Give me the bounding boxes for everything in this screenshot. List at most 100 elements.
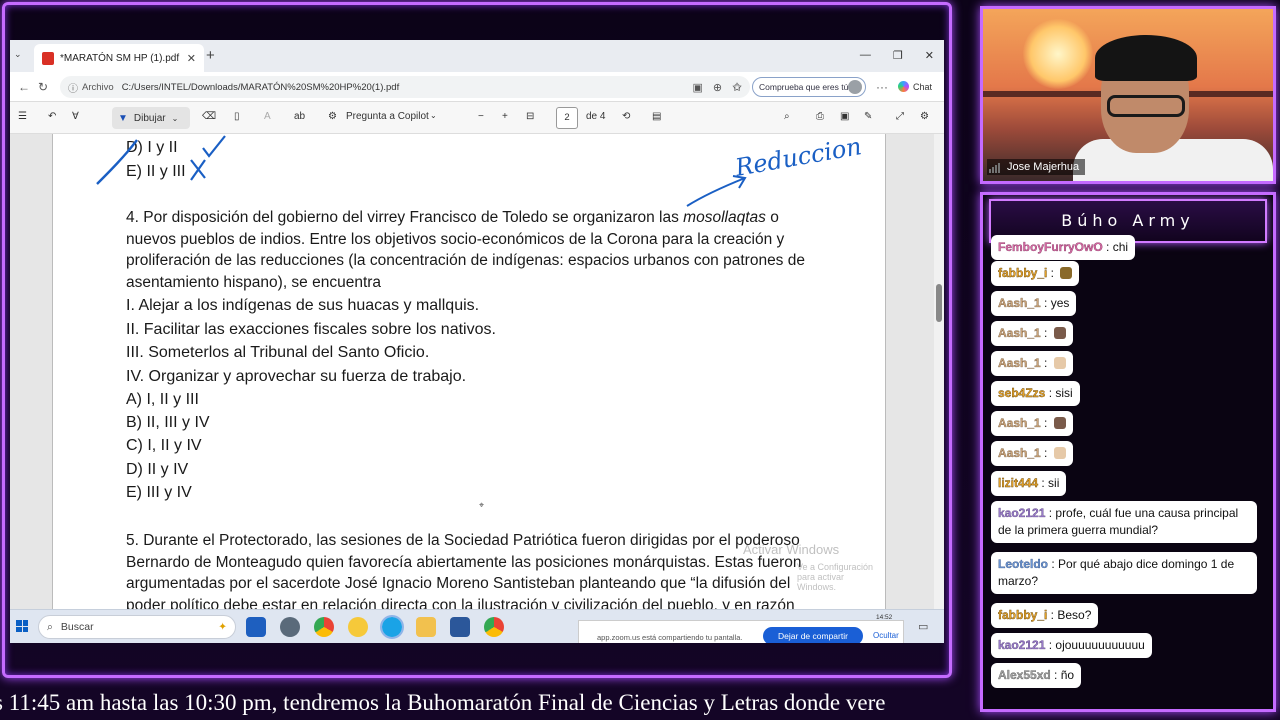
pen-icon: ▼ xyxy=(118,112,128,124)
app-weather-icon[interactable] xyxy=(348,617,368,637)
back-icon[interactable]: ← xyxy=(18,80,30,94)
chat-username[interactable]: seb4Zzs xyxy=(998,386,1046,400)
favorites-icon[interactable]: ✩ xyxy=(732,80,742,94)
page-view-icon[interactable]: ▤ xyxy=(652,111,661,122)
chat-message: kao2121 : ojouuuuuuuuuuu xyxy=(991,633,1152,658)
chat-username[interactable]: fabbby_i xyxy=(998,266,1048,280)
app-chrome-2-icon[interactable] xyxy=(484,617,504,637)
restore-icon[interactable]: ❐ xyxy=(893,49,903,62)
chat-username[interactable]: kao2121 xyxy=(998,638,1046,652)
copilot-ask-icon[interactable]: ⚙ xyxy=(328,111,337,122)
search-icon[interactable]: ⌕ xyxy=(784,111,790,122)
chevron-down-icon[interactable]: ⌄ xyxy=(430,111,437,120)
contents-icon[interactable]: ☰ xyxy=(18,111,27,122)
refresh-icon[interactable]: ↻ xyxy=(38,80,48,94)
read-aloud-icon[interactable]: ▣ xyxy=(693,81,703,94)
chat-username[interactable]: Aash_1 xyxy=(998,356,1041,370)
tab-close-icon[interactable]: ✕ xyxy=(187,52,196,65)
pdf-viewport[interactable]: D) I y II E) II y III Reduccion 4. Por d… xyxy=(10,134,944,609)
tab-list-chevron-icon[interactable]: ⌄ xyxy=(14,49,22,60)
q4-item-1: I. Alejar a los indígenas de sus huacas … xyxy=(126,297,480,314)
text-box-icon[interactable]: ▯ xyxy=(234,111,240,122)
add-text-icon[interactable]: A xyxy=(264,111,271,122)
app-explorer-icon[interactable] xyxy=(416,617,436,637)
windows-start-icon[interactable] xyxy=(16,620,28,632)
pdf-toolbar: ☰ ↶ ∀ ▼ Dibujar ⌄ ⌫ ▯ A ab ⚙ Pregunta a … xyxy=(10,102,944,134)
address-url[interactable]: C:/Users/INTEL/Downloads/MARATÓN%20SM%20… xyxy=(122,82,400,93)
page-total: de 4 xyxy=(586,111,606,122)
stop-sharing-button[interactable]: Dejar de compartir xyxy=(763,627,863,643)
presenter-hair xyxy=(1095,35,1197,81)
chat-username[interactable]: Aash_1 xyxy=(998,326,1041,340)
vertical-scrollbar[interactable] xyxy=(934,134,944,609)
chat-username[interactable]: FemboyFurryOwO xyxy=(998,240,1103,254)
highlight-icon[interactable]: ∀ xyxy=(72,111,79,122)
chat-text: ojouuuuuuuuuuu xyxy=(1055,638,1145,652)
chat-username[interactable]: fabbby_i xyxy=(998,608,1048,622)
fullscreen-icon[interactable]: ⤢ xyxy=(896,111,904,122)
print-icon[interactable]: ⎙ xyxy=(816,111,824,122)
scrollbar-thumb[interactable] xyxy=(936,284,942,322)
chat-username[interactable]: Aash_1 xyxy=(998,416,1041,430)
app-edge-icon[interactable] xyxy=(380,615,404,639)
zoom-in-icon[interactable]: + xyxy=(502,111,508,122)
tab-title: *MARATÓN SM HP (1).pdf xyxy=(60,52,180,64)
eraser-icon[interactable]: ⌫ xyxy=(202,111,216,122)
chat-username[interactable]: Leoteldo xyxy=(998,557,1048,571)
chat-text: yes xyxy=(1050,296,1070,310)
copilot-chat-button[interactable]: Chat xyxy=(898,81,932,92)
chat-emote-icon xyxy=(1053,417,1066,429)
page-number-input[interactable]: 2 xyxy=(556,107,578,129)
cursor-icon: ⌖ xyxy=(479,500,485,510)
chat-username[interactable]: Aash_1 xyxy=(998,446,1041,460)
chat-username[interactable]: Aash_1 xyxy=(998,296,1041,310)
chat-username[interactable]: Alex55xd xyxy=(998,668,1051,682)
info-icon[interactable]: ⓘ xyxy=(68,80,78,95)
close-window-icon[interactable]: ✕ xyxy=(925,49,934,62)
app-word-icon[interactable] xyxy=(450,617,470,637)
chat-separator: : xyxy=(1047,608,1058,622)
chat-username[interactable]: kao2121 xyxy=(998,506,1046,520)
verify-label: Comprueba que eres tú xyxy=(759,82,849,92)
chat-message: Aash_1 : xyxy=(991,351,1073,376)
zoom-out-icon[interactable]: − xyxy=(478,111,484,122)
more-menu-icon[interactable]: ··· xyxy=(876,80,888,94)
fit-page-icon[interactable]: ⊟ xyxy=(526,111,534,122)
taskbar-search[interactable]: ⌕ Buscar ✦ xyxy=(38,615,236,639)
minimize-icon[interactable]: — xyxy=(860,49,871,62)
chat-separator: : xyxy=(1045,638,1056,652)
chat-username[interactable]: lizit444 xyxy=(998,476,1038,490)
chat-separator: : xyxy=(1050,668,1061,682)
new-tab-button[interactable]: + xyxy=(206,47,215,64)
chat-emote-icon xyxy=(1053,447,1066,459)
copilot-ask-label[interactable]: Pregunta a Copilot xyxy=(346,111,429,122)
save-icon[interactable]: ▣ xyxy=(840,111,849,122)
save-as-icon[interactable]: ✎ xyxy=(864,111,872,122)
read-aloud-text-icon[interactable]: ab xyxy=(294,111,305,122)
app-zoom-icon[interactable] xyxy=(246,617,266,637)
pdf-page: D) I y II E) II y III Reduccion 4. Por d… xyxy=(52,134,886,609)
chat-text: ño xyxy=(1060,668,1075,682)
chat-message: lizit444 : sii xyxy=(991,471,1067,496)
undo-icon[interactable]: ↶ xyxy=(48,111,56,122)
q4-item-2: II. Facilitar las exacciones fiscales so… xyxy=(126,321,496,338)
tab-pdf[interactable]: *MARATÓN SM HP (1).pdf ✕ xyxy=(34,44,204,72)
hide-button[interactable]: Ocultar xyxy=(873,631,899,640)
app-chrome-icon[interactable] xyxy=(314,617,334,637)
draw-button[interactable]: ▼ Dibujar ⌄ xyxy=(112,107,190,129)
profile-avatar[interactable] xyxy=(848,80,862,94)
window-controls: — ❐ ✕ xyxy=(860,49,934,62)
verify-identity-button[interactable]: Comprueba que eres tú xyxy=(752,77,866,97)
webcam-name-label: Jose Majerhua xyxy=(987,159,1086,175)
app-snipping-icon[interactable] xyxy=(280,617,300,637)
zoom-icon[interactable]: ⊕ xyxy=(713,81,722,94)
chat-message: kao2121 : profe, cuál fue una causa prin… xyxy=(991,501,1257,543)
address-bar[interactable]: ⓘ Archivo C:/Users/INTEL/Downloads/MARAT… xyxy=(60,76,750,98)
taskbar-clock[interactable]: 14:52 xyxy=(876,614,892,621)
notifications-icon[interactable]: ▭ xyxy=(918,620,928,633)
chat-separator: : xyxy=(1040,416,1051,430)
settings-gear-icon[interactable]: ⚙ xyxy=(920,111,929,122)
chat-message: Aash_1 : yes xyxy=(991,291,1077,316)
sparkle-icon: ✦ xyxy=(218,621,227,633)
rotate-icon[interactable]: ⟲ xyxy=(622,111,630,122)
